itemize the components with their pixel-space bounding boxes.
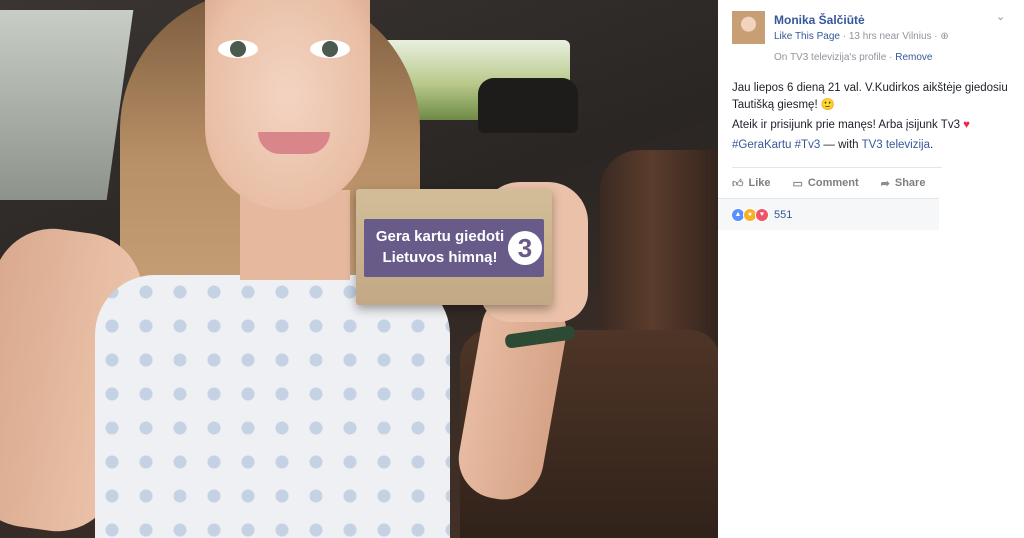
post-panel: Monika Šalčiūtė ⌄ Like This Page · 13 hr… <box>718 0 1024 538</box>
car-side-window <box>0 10 134 200</box>
tv3-box: Gera kartu giedoti Lietuvos himną! 3 <box>356 189 552 305</box>
profile-note: On TV3 televizija's profile · <box>774 52 893 63</box>
woman-right-eye <box>310 40 350 58</box>
chevron-down-icon[interactable]: ⌄ <box>996 12 1006 23</box>
comment-icon: ▭ <box>792 177 803 190</box>
avatar[interactable] <box>732 11 765 44</box>
car-headrest <box>478 78 578 133</box>
comment-button[interactable]: ▭ Comment <box>793 177 859 190</box>
post-line-2: Ateik ir prisijunk prie manęs! Arba įsij… <box>732 117 1017 134</box>
heart-icon: ♥ <box>963 119 970 131</box>
remove-link[interactable]: Remove <box>895 52 932 63</box>
post-hashtags[interactable]: #GeraKartu #Tv3 <box>732 139 820 151</box>
post-meta-profile: On TV3 televizija's profile · Remove <box>774 52 932 63</box>
post-meta: Like This Page · 13 hrs near Vilnius · ⊕ <box>774 31 949 42</box>
woman-left-eye <box>218 40 258 58</box>
tv3-box-text: Gera kartu giedoti Lietuvos himną! <box>374 226 506 268</box>
like-button[interactable]: 👍︎ Like <box>732 177 771 190</box>
post-line-3: #GeraKartu #Tv3 — with TV3 televizija. <box>732 137 1017 154</box>
share-button[interactable]: ➦ Share <box>881 177 926 190</box>
meta-separator: · <box>842 31 847 42</box>
post-with-page[interactable]: TV3 televizija <box>862 139 930 151</box>
love-reaction-icon: ♥ <box>755 207 769 222</box>
post-time-location[interactable]: 13 hrs near Vilnius · <box>849 31 938 42</box>
tv3-box-line1: Gera kartu giedoti <box>375 228 505 245</box>
reaction-count[interactable]: 551 <box>774 209 792 221</box>
post-with-text: — with <box>823 139 859 151</box>
share-label: Share <box>894 177 926 189</box>
globe-icon: ⊕ <box>940 31 949 42</box>
author-name[interactable]: Monika Šalčiūtė <box>774 13 865 27</box>
woman-smile <box>258 132 330 154</box>
thumbs-up-icon: 👍︎ <box>732 177 744 190</box>
post-line-1: Jau liepos 6 dieną 21 val. V.Kudirkos ai… <box>732 82 1008 111</box>
post-actions: 👍︎ Like ▭ Comment ➦ Share <box>732 167 942 198</box>
like-page-link[interactable]: Like This Page <box>774 31 840 42</box>
post-period: . <box>929 139 934 151</box>
tv3-box-label: Gera kartu giedoti Lietuvos himną! 3 <box>364 219 544 277</box>
post-body: Jau liepos 6 dieną 21 val. V.Kudirkos ai… <box>732 80 1017 157</box>
woman-face <box>205 0 370 210</box>
share-icon: ➦ <box>880 177 890 190</box>
tv3-box-line2: Lietuvos himną! <box>382 249 498 266</box>
polka-dot-dress <box>95 275 450 538</box>
like-label: Like <box>748 177 771 189</box>
comment-label: Comment <box>807 177 859 189</box>
reactions-bar[interactable]: ▲ ● ♥ 551 <box>718 198 939 230</box>
tv3-logo: 3 <box>508 231 542 265</box>
post-photo[interactable]: Gera kartu giedoti Lietuvos himną! 3 <box>0 0 718 538</box>
post-line-2-text: Ateik ir prisijunk prie manęs! Arba įsij… <box>732 119 960 131</box>
